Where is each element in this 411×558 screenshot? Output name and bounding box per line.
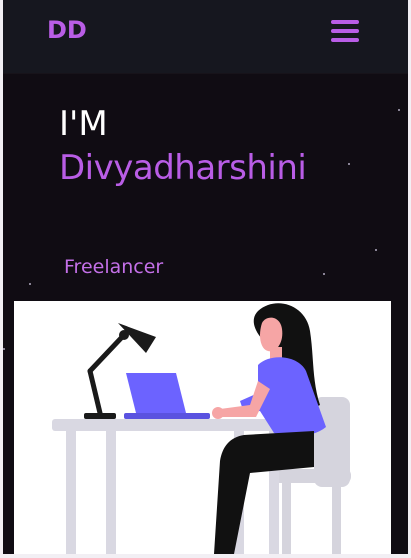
woman-working-at-desk-illustration <box>52 303 351 554</box>
hero-role: Freelancer <box>64 256 164 278</box>
star-dot <box>3 348 5 350</box>
star-dot <box>29 283 31 285</box>
navbar: DD <box>3 0 408 73</box>
star-dot <box>323 273 325 275</box>
hero-intro: I'M <box>59 104 108 144</box>
star-dot <box>398 109 400 111</box>
star-dot <box>375 249 377 251</box>
star-dot <box>348 163 350 165</box>
hero-name: Divyadharshini <box>59 148 307 188</box>
hero-illustration <box>14 301 391 554</box>
laptop-icon <box>124 373 210 419</box>
menu-bar <box>331 38 359 42</box>
menu-bar <box>331 29 359 33</box>
menu-bar <box>331 20 359 24</box>
hamburger-menu-icon[interactable] <box>331 20 359 44</box>
app-frame: DD I'M Divyadharshini Freelancer <box>3 0 408 554</box>
logo[interactable]: DD <box>47 16 87 44</box>
